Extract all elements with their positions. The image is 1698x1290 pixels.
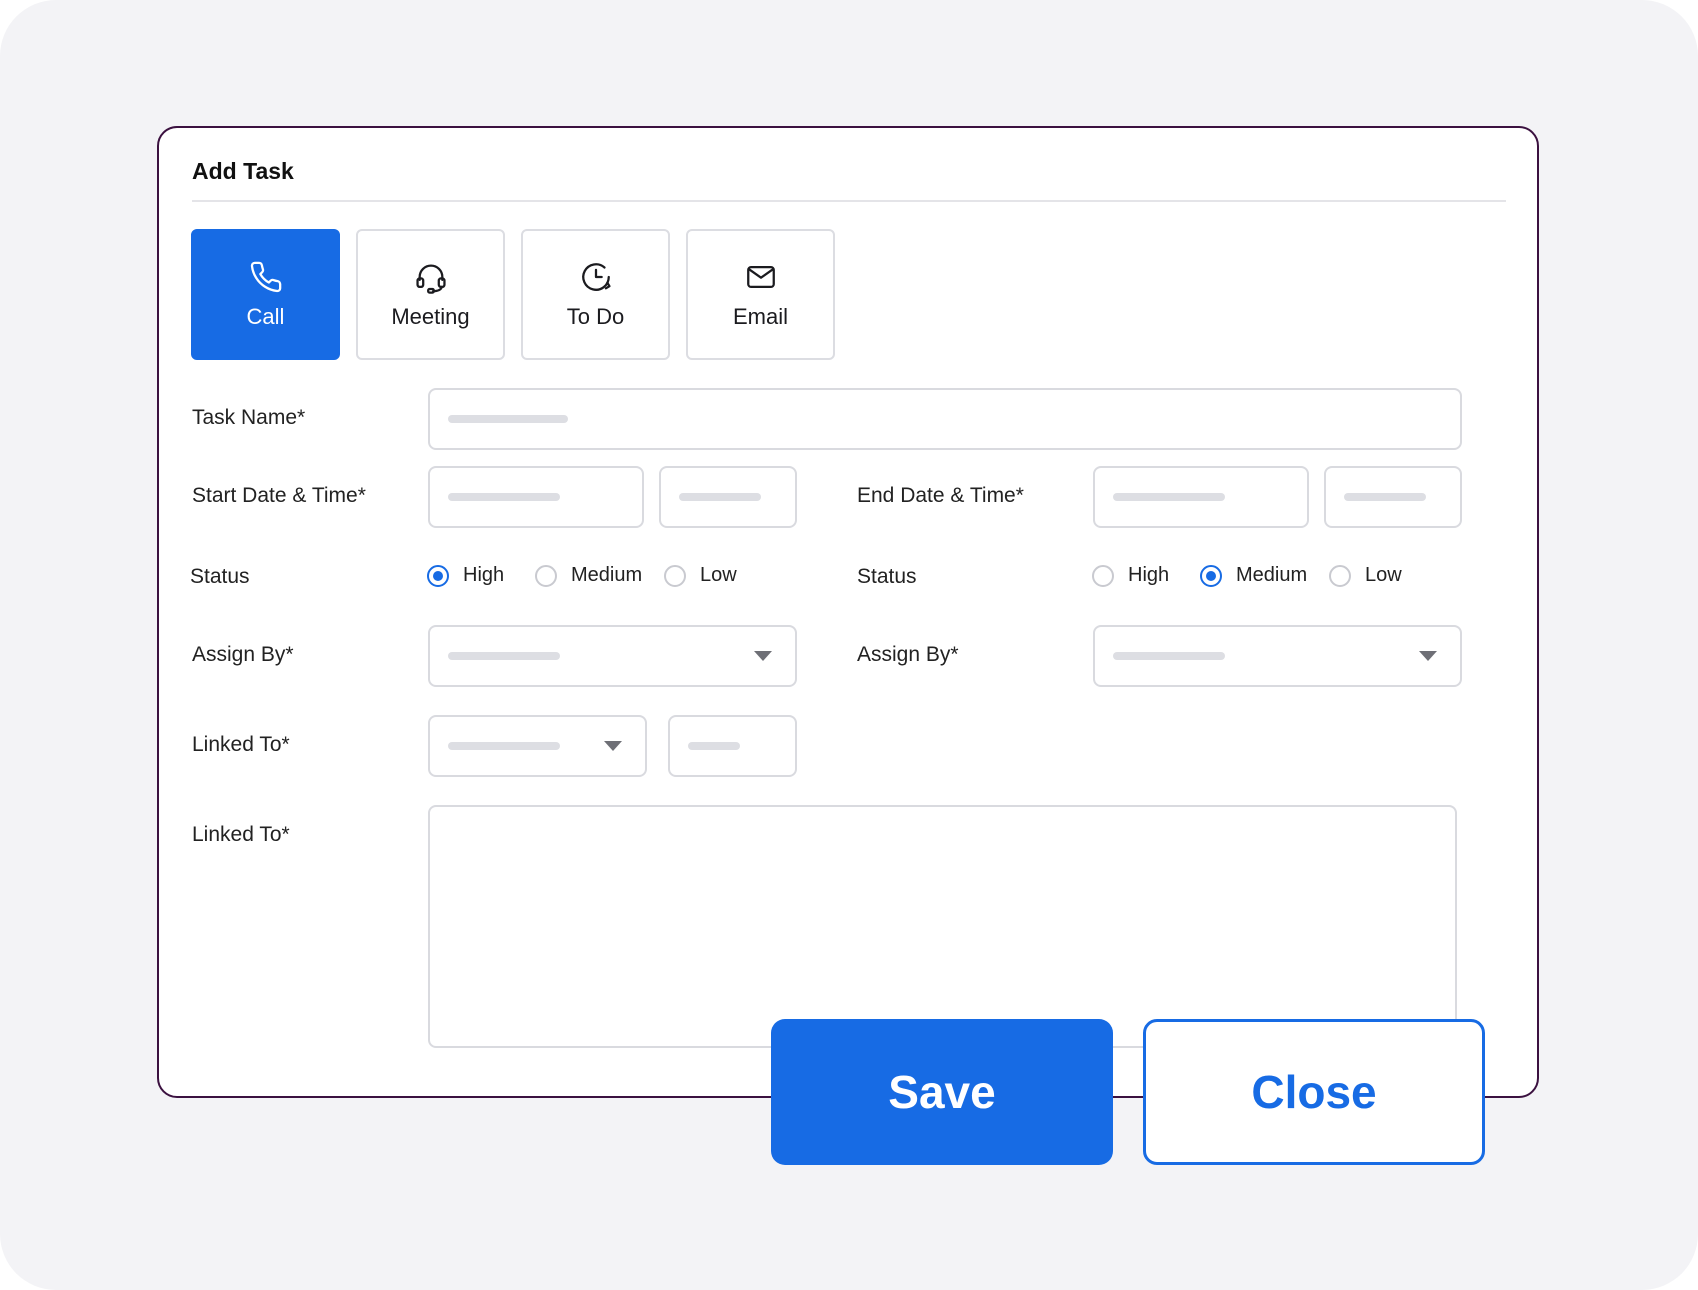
- linked-to-notes-label: Linked To*: [192, 823, 290, 846]
- status-left-low-radio[interactable]: Low: [664, 564, 737, 587]
- chevron-down-icon: [1419, 651, 1437, 661]
- radio-label: High: [463, 564, 505, 586]
- tab-label: Call: [246, 303, 285, 329]
- status-right-high-radio[interactable]: High: [1092, 564, 1169, 587]
- radio-label: Low: [1365, 564, 1402, 586]
- radio-dot: [1092, 564, 1114, 587]
- status-left-medium-radio[interactable]: Medium: [535, 564, 642, 587]
- radio-label: Medium: [571, 564, 643, 586]
- placeholder-bar: [1113, 493, 1225, 501]
- placeholder-bar: [448, 652, 560, 660]
- placeholder-bar: [448, 415, 568, 423]
- tab-email[interactable]: Email: [686, 229, 835, 360]
- mail-icon: [746, 265, 775, 288]
- phone-icon: [250, 261, 281, 292]
- assign-by-label-left: Assign By*: [192, 643, 294, 666]
- chevron-down-icon: [604, 741, 622, 751]
- radio-dot: [427, 564, 449, 587]
- end-time-input[interactable]: [1324, 466, 1462, 528]
- linked-to-input[interactable]: [668, 715, 797, 777]
- clock-icon: [581, 262, 611, 291]
- tab-label: Meeting: [391, 303, 470, 329]
- radio-dot: [535, 564, 557, 587]
- placeholder-bar: [1113, 652, 1225, 660]
- placeholder-bar: [448, 742, 560, 750]
- placeholder-bar: [448, 493, 560, 501]
- radio-label: Low: [700, 564, 737, 586]
- close-button[interactable]: Close: [1143, 1019, 1485, 1165]
- radio-dot: [664, 564, 686, 587]
- end-date-time-label: End Date & Time*: [857, 484, 1024, 507]
- canvas-background: Add Task Call Meeting To Do Email Task N…: [0, 0, 1698, 1290]
- assign-by-select-right[interactable]: [1093, 625, 1462, 687]
- start-date-input[interactable]: [428, 466, 644, 528]
- placeholder-bar: [688, 742, 740, 750]
- tab-call[interactable]: Call: [191, 229, 340, 360]
- tab-label: To Do: [566, 303, 625, 329]
- status-label-right: Status: [857, 565, 917, 588]
- task-name-input[interactable]: [428, 388, 1462, 450]
- status-left-high-radio[interactable]: High: [427, 564, 504, 587]
- radio-label: Medium: [1236, 564, 1308, 586]
- linked-to-label: Linked To*: [192, 733, 290, 756]
- tab-meeting[interactable]: Meeting: [356, 229, 505, 360]
- title-divider: [192, 200, 1506, 202]
- start-time-input[interactable]: [659, 466, 797, 528]
- radio-dot: [1329, 564, 1351, 587]
- task-name-label: Task Name*: [192, 406, 306, 429]
- dialog-title: Add Task: [192, 158, 294, 184]
- assign-by-select-left[interactable]: [428, 625, 797, 687]
- radio-label: High: [1128, 564, 1170, 586]
- save-button[interactable]: Save: [771, 1019, 1113, 1165]
- add-task-dialog: Add Task Call Meeting To Do Email Task N…: [157, 126, 1539, 1098]
- tab-to-do[interactable]: To Do: [521, 229, 670, 360]
- status-right-medium-radio[interactable]: Medium: [1200, 564, 1307, 587]
- status-label-left: Status: [190, 565, 250, 588]
- status-right-low-radio[interactable]: Low: [1329, 564, 1402, 587]
- start-date-time-label: Start Date & Time*: [192, 484, 366, 507]
- linked-to-select[interactable]: [428, 715, 647, 777]
- end-date-input[interactable]: [1093, 466, 1309, 528]
- linked-to-textarea[interactable]: [428, 805, 1457, 1048]
- radio-dot: [1200, 564, 1222, 587]
- chevron-down-icon: [754, 651, 772, 661]
- placeholder-bar: [1344, 493, 1426, 501]
- headset-icon: [415, 264, 446, 294]
- tab-label: Email: [732, 303, 788, 329]
- assign-by-label-right: Assign By*: [857, 643, 959, 666]
- placeholder-bar: [679, 493, 761, 501]
